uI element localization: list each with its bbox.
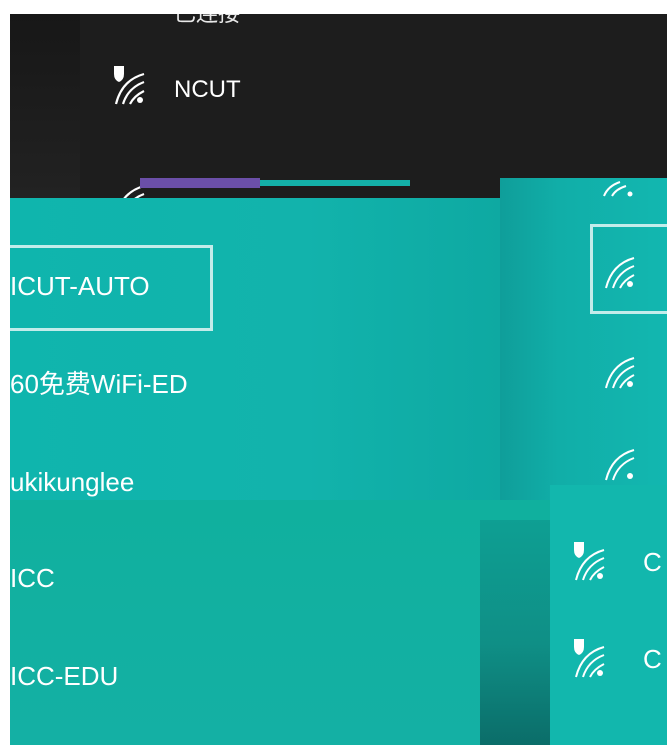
network-name: C [643,644,662,674]
wifi-secured-icon[interactable] [570,637,614,681]
wifi-icon [603,181,633,197]
network-row-ncut[interactable]: NCUT [80,64,667,154]
render-artifact [140,178,260,188]
wifi-icon[interactable] [600,248,644,292]
connected-status-label: 已连接 [174,14,240,28]
wifi-secured-icon [114,66,145,105]
render-artifact [260,180,410,186]
wallpaper-mountain [480,520,550,745]
wifi-icon[interactable] [600,440,644,484]
network-name: C [643,547,662,577]
wifi-network-list-lower-right: C C [550,485,667,745]
desktop-strip [10,14,80,198]
network-name[interactable]: ukikunglee [10,467,134,497]
wifi-flyout-panel: 已连接 NCUT [10,14,667,198]
wifi-network-list-right [500,178,667,500]
wifi-network-list: ICUT-AUTO 60免费WiFi-ED ukikunglee [10,198,500,500]
wifi-secured-icon[interactable] [570,540,614,584]
network-name[interactable]: 60免费WiFi-ED [10,369,188,399]
wifi-icon[interactable] [600,348,644,392]
network-name[interactable]: ICC-EDU [10,661,118,691]
network-name[interactable]: ICUT-AUTO [10,271,150,301]
network-name-ncut: NCUT [174,76,241,103]
network-name[interactable]: ICC [10,563,55,593]
wifi-network-list-lower: ICC ICC-EDU [10,500,550,745]
